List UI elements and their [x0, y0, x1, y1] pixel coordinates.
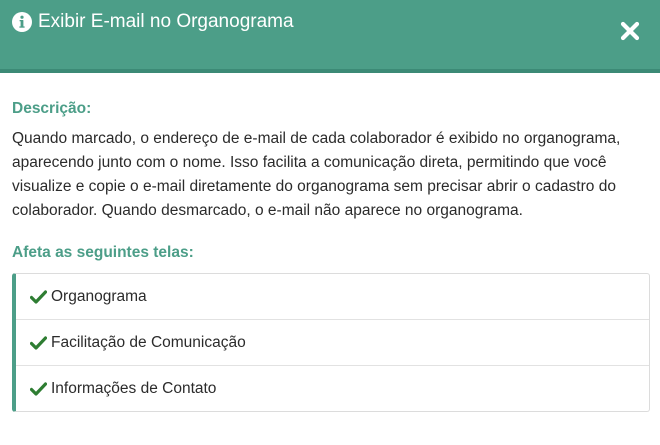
list-item-facilitacao-comunicacao: Facilitação de Comunicação	[16, 319, 649, 365]
modal-body: Descrição: Quando marcado, o endereço de…	[0, 73, 660, 412]
close-button[interactable]	[620, 21, 640, 41]
list-item-label: Facilitação de Comunicação	[51, 333, 246, 351]
check-icon	[30, 381, 47, 396]
check-icon	[30, 289, 47, 304]
info-circle-icon	[12, 12, 32, 32]
affected-screens-label: Afeta as seguintes telas:	[12, 244, 194, 261]
description-label: Descrição:	[12, 100, 92, 117]
list-item-informacoes-contato: Informações de Contato	[16, 365, 649, 411]
modal-title-wrap: Exibir E-mail no Organograma	[12, 11, 294, 33]
modal-title: Exibir E-mail no Organograma	[38, 11, 294, 32]
check-icon	[30, 335, 47, 350]
close-icon	[620, 21, 640, 41]
info-modal: Exibir E-mail no Organograma Descrição: …	[0, 0, 660, 445]
list-item-label: Organograma	[51, 287, 147, 305]
affected-screens-list: Organograma Facilitação de Comunicação I…	[12, 273, 650, 412]
modal-header: Exibir E-mail no Organograma	[0, 0, 660, 73]
list-item-organograma: Organograma	[16, 274, 649, 319]
description-text: Quando marcado, o endereço de e-mail de …	[12, 130, 621, 219]
list-item-label: Informações de Contato	[51, 379, 217, 397]
